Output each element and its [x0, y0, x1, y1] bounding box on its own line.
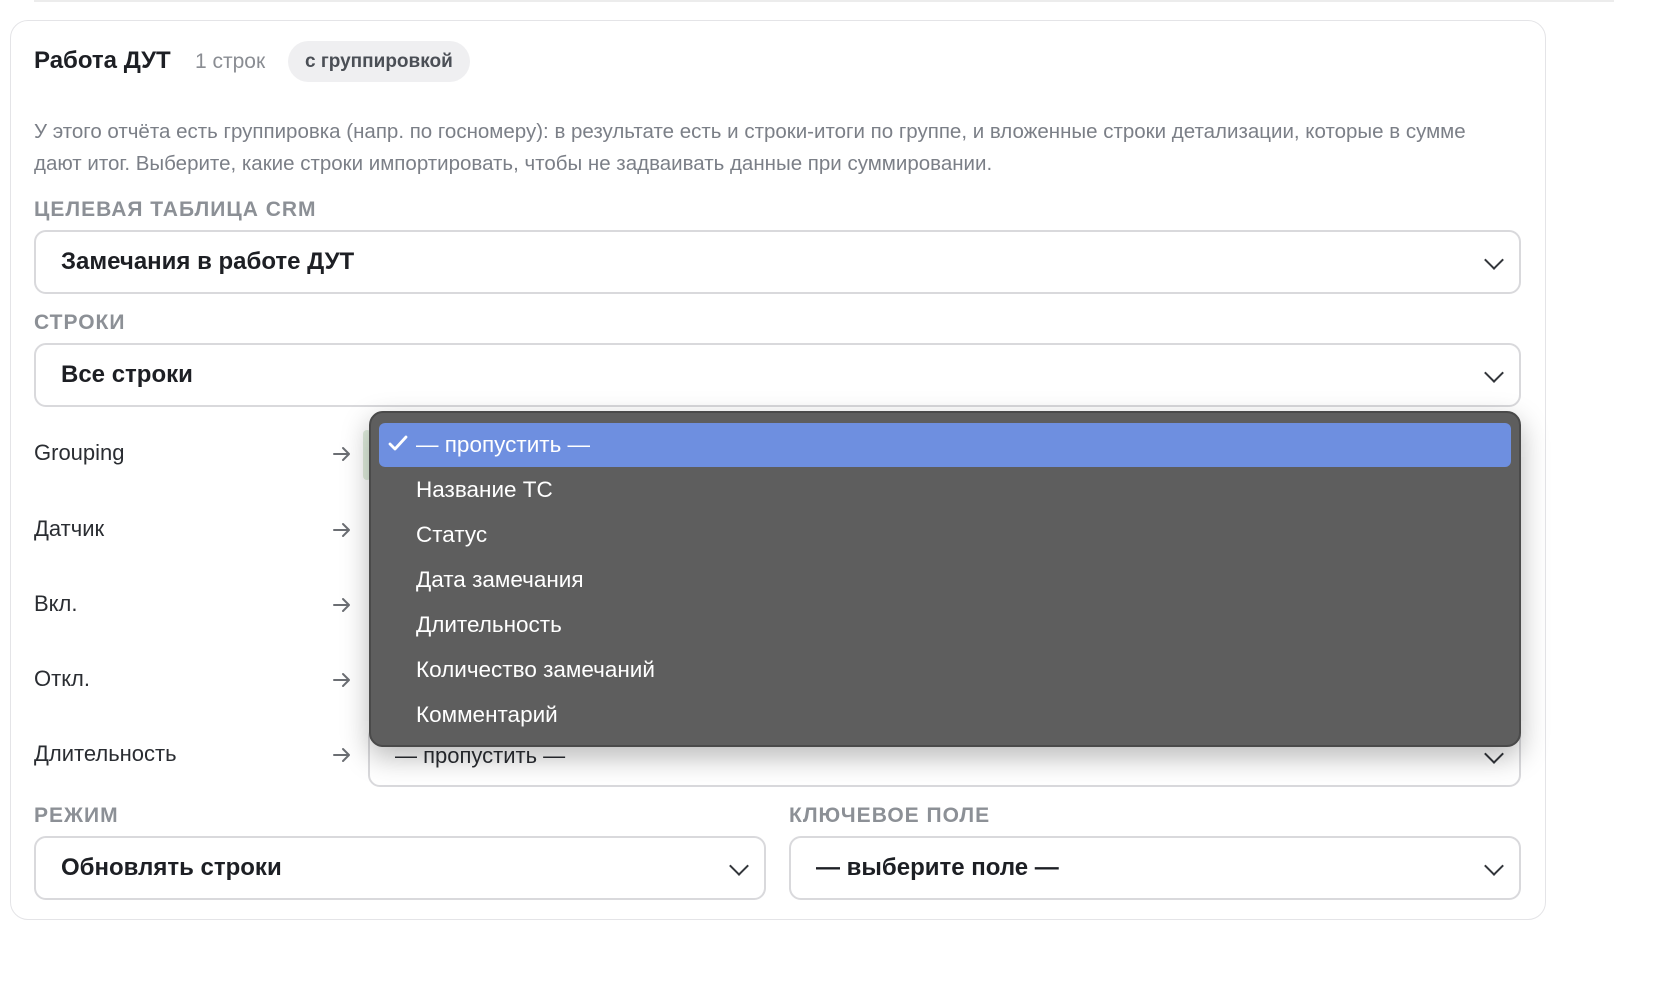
top-divider [34, 0, 1614, 2]
dropdown-option-label: Название ТС [416, 477, 553, 502]
key-field-select[interactable]: — выберите поле — [789, 836, 1521, 900]
dropdown-option-label: — пропустить — [416, 432, 591, 457]
dropdown-option[interactable]: Название ТС [379, 468, 1511, 512]
dropdown-option-label: Комментарий [416, 702, 558, 727]
arrow-right-icon [333, 748, 350, 762]
arrow-right-icon [333, 447, 350, 461]
dropdown-option[interactable]: Комментарий [379, 693, 1511, 737]
dropdown-option[interactable]: Длительность [379, 603, 1511, 647]
target-table-value: Замечания в работе ДУТ [61, 248, 355, 275]
chevron-down-icon [1484, 363, 1504, 383]
arrow-right-icon [333, 523, 350, 537]
rows-select[interactable]: Все строки [34, 343, 1521, 407]
mapping-label-off: Откл. [34, 666, 91, 691]
mode-label: РЕЖИМ [34, 804, 119, 827]
key-field-value: — выберите поле — [816, 854, 1059, 881]
arrow-right-icon [333, 673, 350, 687]
report-description: У этого отчёта есть группировка (напр. п… [34, 120, 1466, 175]
dropdown-option-label: Длительность [416, 612, 562, 637]
mode-select[interactable]: Обновлять строки [34, 836, 766, 900]
mapping-label-duration: Длительность [34, 741, 177, 766]
chevron-down-icon [1484, 250, 1504, 270]
chevron-down-icon [1484, 856, 1504, 876]
chevron-down-icon [729, 856, 749, 876]
mapping-label-grouping: Grouping [34, 440, 125, 465]
report-title: Работа ДУТ [34, 47, 171, 74]
dropdown-option[interactable]: Количество замечаний [379, 648, 1511, 692]
rows-label: СТРОКИ [34, 311, 126, 334]
mapping-label-on: Вкл. [34, 591, 78, 616]
chevron-down-icon [1484, 744, 1504, 764]
dropdown-option-label: Статус [416, 522, 488, 547]
dropdown-option-label: Дата замечания [416, 567, 584, 592]
dropdown-menu: — пропустить — Название ТС Статус Дата з… [369, 411, 1521, 747]
arrow-right-icon [333, 598, 350, 612]
target-table-label: ЦЕЛЕВАЯ ТАБЛИЦА CRM [34, 198, 317, 221]
row-count: 1 строк [195, 50, 266, 73]
rows-value: Все строки [61, 361, 193, 388]
mapping-label-sensor: Датчик [34, 516, 105, 541]
dropdown-option[interactable]: Статус [379, 513, 1511, 557]
grouping-badge: с группировкой [288, 41, 470, 82]
target-table-select[interactable]: Замечания в работе ДУТ [34, 230, 1521, 294]
dropdown-option[interactable]: — пропустить — [379, 423, 1511, 467]
key-field-label: КЛЮЧЕВОЕ ПОЛЕ [789, 804, 991, 827]
mode-value: Обновлять строки [61, 854, 282, 881]
dropdown-option-label: Количество замечаний [416, 657, 655, 682]
dropdown-option[interactable]: Дата замечания [379, 558, 1511, 602]
checkmark-icon [388, 435, 408, 451]
